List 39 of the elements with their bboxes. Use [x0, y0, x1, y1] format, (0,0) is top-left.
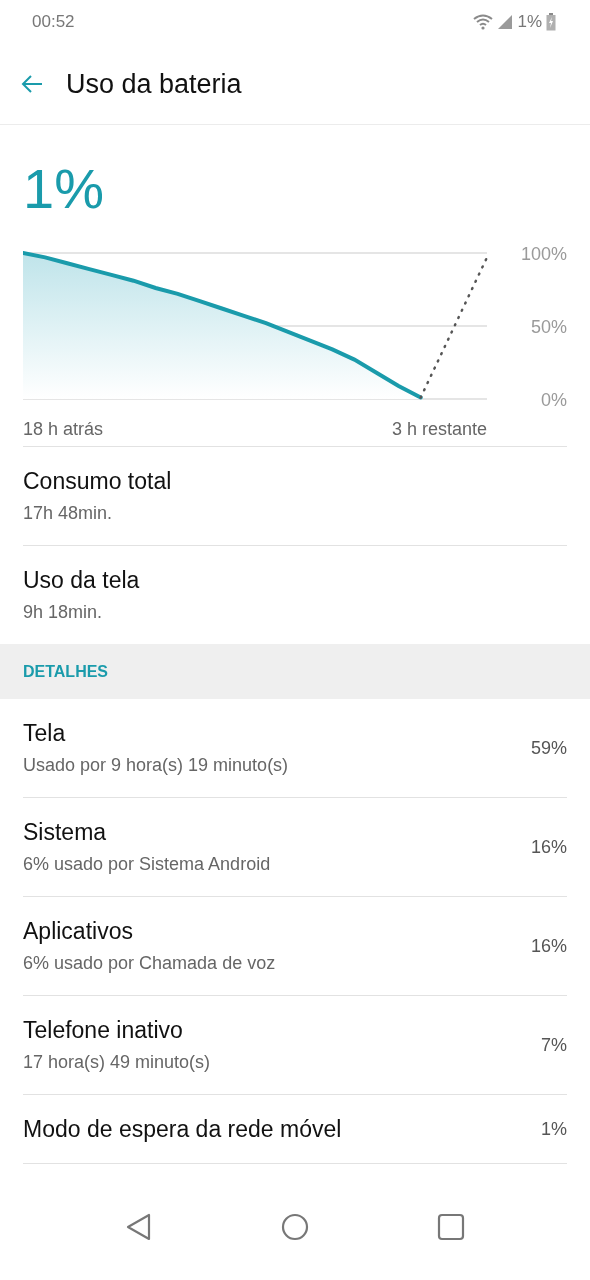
row-title: Uso da tela: [23, 567, 140, 594]
usage-item[interactable]: Tela Usado por 9 hora(s) 19 minuto(s) 59%: [23, 699, 567, 798]
signal-icon: [497, 14, 514, 30]
y-axis-label: 100%: [520, 244, 567, 264]
item-title: Sistema: [23, 819, 108, 846]
item-title: Aplicativos: [23, 918, 134, 945]
x-axis-label: 18 h atrás: [23, 419, 104, 440]
battery-level-text: 1%: [23, 157, 105, 221]
wifi-icon: [473, 14, 494, 30]
usage-item[interactable]: Modo de espera da rede móvel 1%: [23, 1095, 567, 1164]
item-percent: 59%: [530, 737, 567, 759]
row-value: 17h 48min.: [23, 503, 114, 524]
item-subtitle: 17 hora(s) 49 minuto(s): [23, 1052, 211, 1073]
back-nav-icon[interactable]: [125, 1212, 153, 1242]
usage-item[interactable]: Telefone inativo 17 hora(s) 49 minuto(s) 7%: [23, 996, 567, 1095]
item-title: Telefone inativo: [23, 1017, 184, 1044]
usage-item[interactable]: Aplicativos 6% usado por Chamada de voz 16%: [23, 897, 567, 996]
item-title: Modo de espera da rede móvel: [23, 1115, 342, 1143]
item-subtitle: 6% usado por Chamada de voz: [23, 953, 276, 974]
item-percent: 7%: [541, 1034, 567, 1056]
item-percent: 16%: [530, 935, 567, 957]
y-axis-label: 50%: [530, 317, 567, 337]
item-subtitle: 6% usado por Sistema Android: [23, 854, 271, 875]
recents-nav-icon[interactable]: [437, 1213, 465, 1241]
battery-charging-icon: [546, 13, 556, 31]
row-value: 9h 18min.: [23, 602, 104, 623]
battery-percent: 1%: [517, 12, 542, 32]
item-subtitle: Usado por 9 hora(s) 19 minuto(s): [23, 755, 289, 776]
row-title: Consumo total: [23, 468, 172, 495]
home-nav-icon[interactable]: [281, 1213, 309, 1241]
x-axis-label: 3 h restante: [391, 419, 487, 440]
usage-item[interactable]: Sistema 6% usado por Sistema Android 16%: [23, 798, 567, 897]
item-percent: 1%: [541, 1118, 567, 1140]
item-percent: 16%: [530, 836, 567, 858]
status-time: 00:52: [32, 12, 75, 32]
screen-title: Uso da bateria: [66, 68, 242, 100]
y-axis-label: 0%: [541, 390, 567, 410]
section-heading: DETALHES: [23, 662, 109, 681]
item-title: Tela: [23, 720, 67, 747]
